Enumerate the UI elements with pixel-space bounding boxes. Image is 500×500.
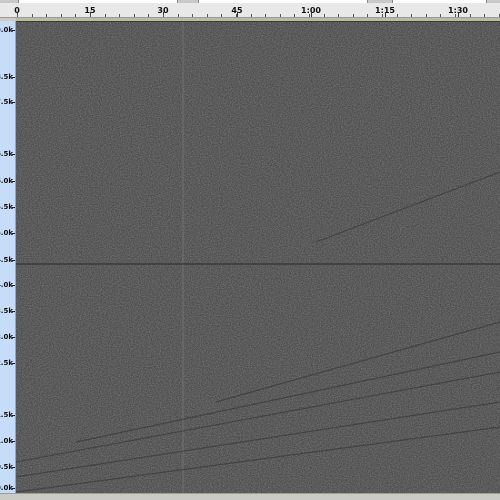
ruler-minor-tick	[251, 14, 252, 17]
frequency-tick	[12, 488, 15, 489]
ruler-minor-tick	[61, 14, 62, 17]
frequency-tick	[12, 77, 15, 78]
frequency-axis: 9.0k8.5k7.5k6.5k6.0k5.5k5.0k4.5k4.0k3.5k…	[0, 21, 16, 493]
ruler-minor-tick	[324, 14, 325, 17]
ruler-major-tick	[311, 12, 312, 17]
time-ruler[interactable]: 0 15 30 45 1:00 1:15 1:30	[0, 0, 500, 18]
ruler-minor-tick	[105, 14, 106, 17]
ruler-minor-tick	[367, 14, 368, 17]
frequency-tick	[12, 260, 15, 261]
ruler-minor-tick	[484, 14, 485, 17]
ruler-segment[interactable]	[198, 0, 368, 3]
frequency-tick	[12, 102, 15, 103]
frequency-tick	[12, 337, 15, 338]
ruler-minor-tick	[134, 14, 135, 17]
ruler-minor-tick	[382, 14, 383, 17]
ruler-minor-tick	[280, 14, 281, 17]
ruler-minor-tick	[75, 14, 76, 17]
ruler-major-tick	[385, 12, 386, 17]
ruler-segment[interactable]	[392, 0, 487, 3]
clip-bottom-border	[0, 493, 500, 500]
ruler-minor-tick	[338, 14, 339, 17]
ruler-minor-tick	[397, 14, 398, 17]
ruler-minor-tick	[119, 14, 120, 17]
frequency-tick	[12, 233, 15, 234]
ruler-major-tick	[237, 12, 238, 17]
frequency-tick	[12, 311, 15, 312]
frequency-tick	[12, 363, 15, 364]
ruler-minor-tick	[17, 14, 18, 17]
frequency-tick	[12, 467, 15, 468]
ruler-minor-tick	[163, 14, 164, 17]
frequency-tick	[12, 415, 15, 416]
ruler-minor-tick	[90, 14, 91, 17]
ruler-minor-tick	[32, 14, 33, 17]
ruler-minor-tick	[148, 14, 149, 17]
frequency-tick	[12, 154, 15, 155]
ruler-minor-tick	[353, 14, 354, 17]
frequency-tick	[12, 181, 15, 182]
ruler-minor-tick	[207, 14, 208, 17]
ruler-scroll-strip[interactable]	[0, 0, 500, 3]
spectrogram-view[interactable]	[16, 21, 500, 494]
frequency-tick	[12, 441, 15, 442]
spectrogram-image[interactable]	[16, 22, 500, 494]
ruler-minor-tick	[455, 14, 456, 17]
frequency-tick	[12, 285, 15, 286]
ruler-minor-tick	[221, 14, 222, 17]
ruler-minor-tick	[294, 14, 295, 17]
frequency-tick	[12, 30, 15, 31]
ruler-minor-tick	[192, 14, 193, 17]
frequency-tick	[12, 207, 15, 208]
ruler-segment[interactable]	[18, 0, 178, 3]
ruler-minor-tick	[178, 14, 179, 17]
ruler-minor-tick	[309, 14, 310, 17]
ruler-minor-tick	[426, 14, 427, 17]
ruler-minor-tick	[411, 14, 412, 17]
ruler-minor-tick	[440, 14, 441, 17]
ruler-minor-tick	[470, 14, 471, 17]
ruler-minor-tick	[46, 14, 47, 17]
ruler-minor-tick	[236, 14, 237, 17]
ruler-minor-tick	[265, 14, 266, 17]
ruler-major-tick	[458, 12, 459, 17]
